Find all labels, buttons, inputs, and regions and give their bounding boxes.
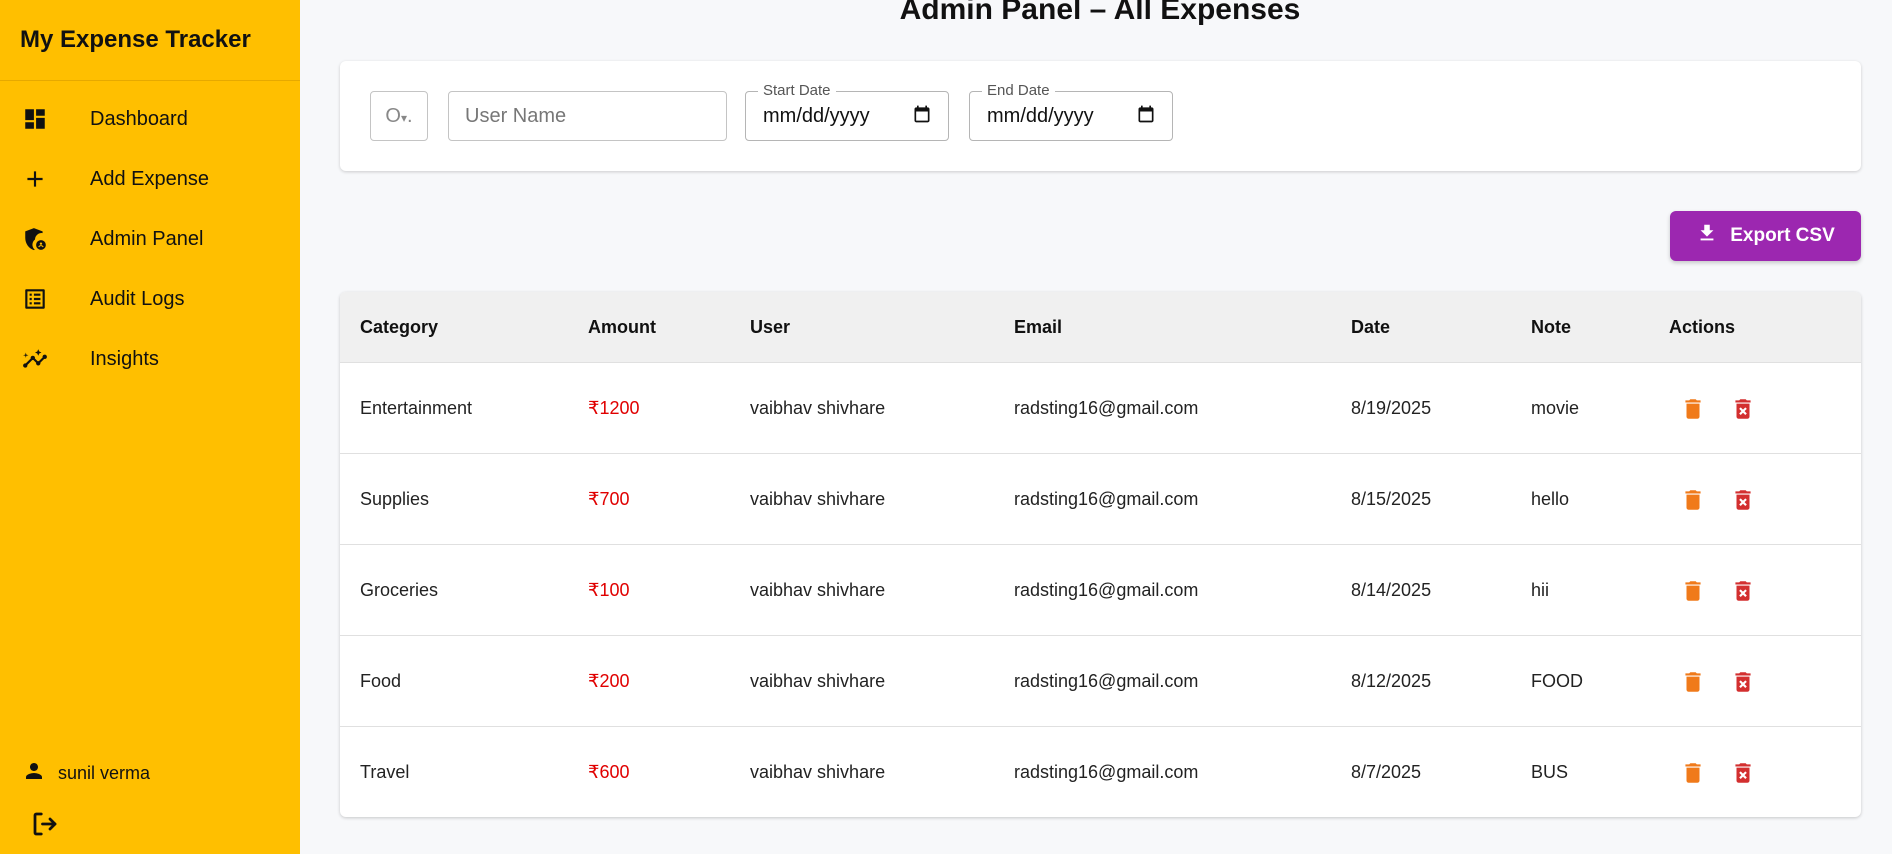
cell-date: 8/12/2025 <box>1351 671 1432 691</box>
plus-icon <box>0 166 90 192</box>
sidebar-item-insights[interactable]: Insights <box>0 329 300 389</box>
column-header-category[interactable]: Category <box>360 292 438 363</box>
cell-user: vaibhav shivhare <box>750 762 886 782</box>
cell-amount: ₹200 <box>588 671 630 691</box>
delete-forever-icon[interactable] <box>1730 760 1756 786</box>
cell-note: FOOD <box>1531 671 1583 691</box>
delete-icon[interactable] <box>1680 669 1706 695</box>
cell-date: 8/15/2025 <box>1351 489 1432 509</box>
cell-email: radsting16@gmail.com <box>1014 580 1199 600</box>
sidebar-item-dashboard[interactable]: Dashboard <box>0 89 300 149</box>
delete-icon[interactable] <box>1680 396 1706 422</box>
column-header-amount[interactable]: Amount <box>588 292 656 363</box>
delete-icon[interactable] <box>1680 487 1706 513</box>
end-date-field[interactable]: End Date mm/dd/yyyy <box>969 82 1173 141</box>
table-row: Food ₹200 vaibhav shivhare radsting16@gm… <box>340 636 1861 727</box>
cell-note: hello <box>1531 489 1570 509</box>
sidebar-item-label: Audit Logs <box>90 287 185 310</box>
expenses-table: Category Amount User Email Date Note Act… <box>340 292 1861 817</box>
cell-amount: ₹1200 <box>588 398 640 418</box>
cell-email: radsting16@gmail.com <box>1014 489 1199 509</box>
export-csv-button[interactable]: Export CSV <box>1670 211 1861 261</box>
user-name-input[interactable] <box>448 91 727 141</box>
logout-icon <box>30 812 60 843</box>
logout-button[interactable] <box>30 809 60 844</box>
cell-note: movie <box>1531 398 1580 418</box>
cell-category: Travel <box>360 762 410 782</box>
row-actions <box>1680 454 1756 545</box>
cell-email: radsting16@gmail.com <box>1014 398 1199 418</box>
column-header-user[interactable]: User <box>750 292 790 363</box>
table-row: Groceries ₹100 vaibhav shivhare radsting… <box>340 545 1861 636</box>
insights-icon <box>0 346 90 372</box>
start-date-value: mm/dd/yyyy <box>763 104 870 127</box>
person-icon <box>22 759 46 788</box>
sidebar-item-add-expense[interactable]: Add Expense <box>0 149 300 209</box>
cell-category: Supplies <box>360 489 430 509</box>
key-icon: O▾. <box>385 104 413 127</box>
column-header-email[interactable]: Email <box>1014 292 1062 363</box>
cell-category: Food <box>360 671 402 691</box>
page-title: Admin Panel – All Expenses <box>899 0 1301 26</box>
delete-forever-icon[interactable] <box>1730 487 1756 513</box>
admin-shield-icon <box>0 226 90 252</box>
sidebar-item-label: Insights <box>90 347 159 370</box>
user-name: sunil verma <box>58 763 151 783</box>
sidebar-nav: Dashboard Add Expense Admin Panel Audit … <box>0 81 300 389</box>
cell-email: radsting16@gmail.com <box>1014 671 1199 691</box>
row-actions <box>1680 636 1756 727</box>
cell-user: vaibhav shivhare <box>750 671 886 691</box>
row-actions <box>1680 545 1756 636</box>
calendar-icon[interactable] <box>1136 104 1156 129</box>
sidebar: My Expense Tracker Dashboard Add Expense… <box>0 0 300 854</box>
sidebar-item-admin-panel[interactable]: Admin Panel <box>0 209 300 269</box>
sidebar-item-audit-logs[interactable]: Audit Logs <box>0 269 300 329</box>
cell-note: BUS <box>1531 762 1569 782</box>
row-actions <box>1680 727 1756 817</box>
table-row: Entertainment ₹1200 vaibhav shivhare rad… <box>340 363 1861 454</box>
cell-amount: ₹600 <box>588 762 630 782</box>
cell-date: 8/19/2025 <box>1351 398 1432 418</box>
start-date-field[interactable]: Start Date mm/dd/yyyy <box>745 82 949 141</box>
delete-icon[interactable] <box>1680 760 1706 786</box>
column-header-actions: Actions <box>1669 317 1736 337</box>
cell-email: radsting16@gmail.com <box>1014 762 1199 782</box>
cell-user: vaibhav shivhare <box>750 580 886 600</box>
column-header-note[interactable]: Note <box>1531 292 1571 363</box>
user-profile: sunil verma <box>22 759 150 788</box>
delete-forever-icon[interactable] <box>1730 669 1756 695</box>
sidebar-item-label: Add Expense <box>90 167 209 190</box>
table-header: Category Amount User Email Date Note Act… <box>340 292 1861 363</box>
calendar-icon[interactable] <box>912 104 932 129</box>
export-csv-label: Export CSV <box>1730 225 1835 246</box>
table-row: Travel ₹600 vaibhav shivhare radsting16@… <box>340 727 1861 817</box>
cell-amount: ₹700 <box>588 489 630 509</box>
cell-user: vaibhav shivhare <box>750 489 886 509</box>
table-row: Supplies ₹700 vaibhav shivhare radsting1… <box>340 454 1861 545</box>
download-icon <box>1696 222 1718 250</box>
cell-category: Groceries <box>360 580 439 600</box>
end-date-value: mm/dd/yyyy <box>987 104 1094 127</box>
cell-user: vaibhav shivhare <box>750 398 886 418</box>
filter-bar: O▾. Start Date mm/dd/yyyy End Date mm/dd… <box>340 61 1861 171</box>
sidebar-item-label: Admin Panel <box>90 227 204 250</box>
cell-date: 8/14/2025 <box>1351 580 1432 600</box>
cell-category: Entertainment <box>360 398 473 418</box>
end-date-label: End Date <box>982 82 1055 99</box>
app-title: My Expense Tracker <box>0 0 300 81</box>
cell-note: hii <box>1531 580 1550 600</box>
row-actions <box>1680 363 1756 454</box>
start-date-label: Start Date <box>758 82 836 99</box>
cell-date: 8/7/2025 <box>1351 762 1422 782</box>
delete-icon[interactable] <box>1680 578 1706 604</box>
dashboard-icon <box>0 106 90 132</box>
list-icon <box>0 286 90 312</box>
delete-forever-icon[interactable] <box>1730 578 1756 604</box>
filter-select[interactable]: O▾. <box>370 91 428 141</box>
sidebar-item-label: Dashboard <box>90 107 188 130</box>
column-header-date[interactable]: Date <box>1351 292 1390 363</box>
delete-forever-icon[interactable] <box>1730 396 1756 422</box>
cell-amount: ₹100 <box>588 580 630 600</box>
